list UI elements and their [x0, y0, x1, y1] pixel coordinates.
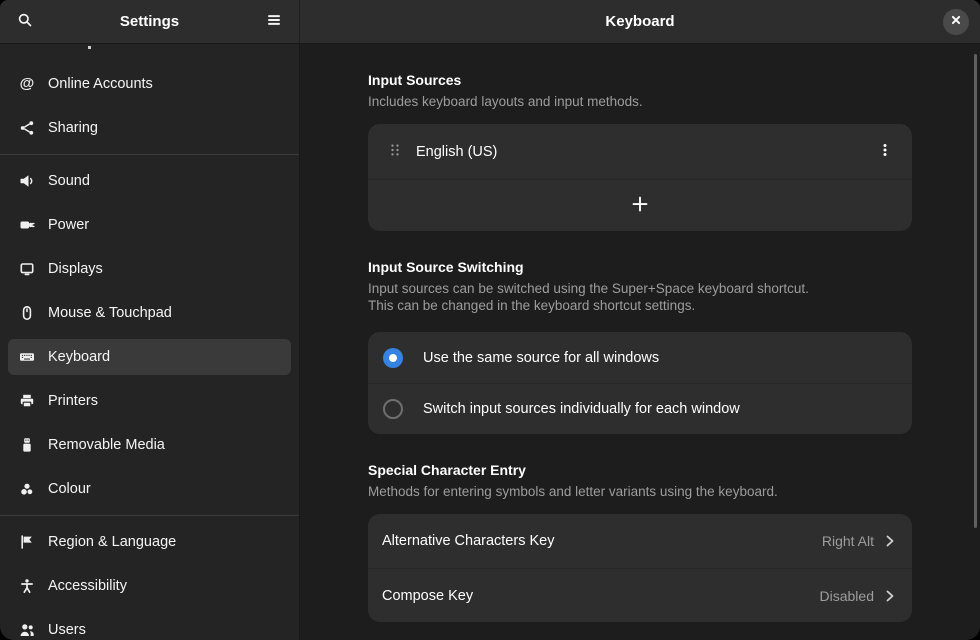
scrolled-item-remnant — [88, 46, 91, 49]
search-button[interactable] — [9, 6, 41, 38]
sidebar-item-sharing[interactable]: Sharing — [8, 110, 291, 146]
sidebar-item-removable-media[interactable]: Removable Media — [8, 427, 291, 463]
sidebar-item-label: Power — [48, 217, 89, 233]
drag-handle-icon — [387, 142, 403, 161]
switching-options-list: Use the same source for all windows Swit… — [368, 332, 912, 434]
option-label: Use the same source for all windows — [423, 350, 659, 366]
sidebar-item-displays[interactable]: Displays — [8, 251, 291, 287]
sidebar-item-label: Printers — [48, 393, 98, 409]
mouse-icon — [19, 305, 35, 321]
sidebar-item-label: Colour — [48, 481, 91, 497]
printer-icon — [19, 393, 35, 409]
setting-label: Compose Key — [382, 588, 820, 604]
search-icon — [17, 12, 33, 31]
sidebar-item-printers[interactable]: Printers — [8, 383, 291, 419]
window-close-button[interactable] — [943, 9, 969, 35]
add-input-source-button[interactable] — [368, 179, 912, 231]
sidebar-item-power[interactable]: Power — [8, 207, 291, 243]
section-subtitle: Includes keyboard layouts and input meth… — [368, 93, 912, 110]
keyboard-settings-page: Input Sources Includes keyboard layouts … — [300, 44, 980, 640]
keyboard-icon — [19, 349, 35, 365]
description-line: This can be changed in the keyboard shor… — [368, 297, 912, 314]
kebab-menu-icon — [877, 142, 893, 161]
sidebar-item-sound[interactable]: Sound — [8, 163, 291, 199]
sidebar-item-colour[interactable]: Colour — [8, 471, 291, 507]
hamburger-menu-icon — [266, 12, 282, 31]
section-subtitle: Methods for entering symbols and letter … — [368, 483, 912, 500]
usb-drive-icon — [19, 437, 35, 453]
input-sources-section: Input Sources Includes keyboard layouts … — [368, 72, 912, 231]
sidebar-item-label: Keyboard — [48, 349, 110, 365]
sidebar-item-label: Online Accounts — [48, 76, 153, 92]
sidebar-title: Settings — [41, 13, 258, 30]
titlebar: Settings Keyboard — [0, 0, 980, 44]
sidebar-item-region-language[interactable]: Region & Language — [8, 524, 291, 560]
battery-icon — [19, 217, 35, 233]
setting-label: Alternative Characters Key — [382, 533, 822, 549]
sidebar-item-keyboard[interactable]: Keyboard — [8, 339, 291, 375]
settings-window: Settings Keyboard @ Online Accounts — [0, 0, 980, 640]
radio-unselected[interactable] — [383, 399, 403, 419]
content-headerbar: Keyboard — [300, 0, 980, 44]
accessibility-icon — [19, 578, 35, 594]
at-icon: @ — [19, 76, 35, 92]
sidebar-item-online-accounts[interactable]: @ Online Accounts — [8, 66, 291, 102]
content-scrollbar[interactable] — [974, 54, 977, 528]
setting-value: Disabled — [820, 588, 874, 604]
input-source-row: English (US) — [368, 124, 912, 179]
radio-selected[interactable] — [383, 348, 403, 368]
sidebar-item-label: Sound — [48, 173, 90, 189]
sidebar-item-label: Removable Media — [48, 437, 165, 453]
description-line: Input sources can be switched using the … — [368, 280, 912, 297]
option-per-window-row[interactable]: Switch input sources individually for ea… — [368, 383, 912, 434]
chevron-right-icon — [882, 588, 898, 604]
option-label: Switch input sources individually for ea… — [423, 401, 740, 417]
sidebar-item-label: Accessibility — [48, 578, 127, 594]
sidebar-item-users[interactable]: Users — [8, 612, 291, 640]
sidebar-item-label: Users — [48, 622, 86, 638]
alternative-characters-key-row[interactable]: Alternative Characters Key Right Alt — [368, 514, 912, 568]
sidebar-item-accessibility[interactable]: Accessibility — [8, 568, 291, 604]
section-title: Special Character Entry — [368, 462, 912, 479]
sidebar-headerbar: Settings — [0, 0, 300, 44]
share-icon — [19, 120, 35, 136]
plus-icon — [630, 194, 650, 217]
sidebar-separator — [0, 515, 299, 516]
color-icon — [19, 481, 35, 497]
close-icon — [948, 12, 964, 31]
chevron-right-icon — [882, 533, 898, 549]
main-menu-button[interactable] — [258, 6, 290, 38]
display-icon — [19, 261, 35, 277]
speaker-icon — [19, 173, 35, 189]
compose-key-row[interactable]: Compose Key Disabled — [368, 568, 912, 622]
sidebar-item-label: Mouse & Touchpad — [48, 305, 172, 321]
drag-handle[interactable] — [380, 137, 410, 167]
section-title: Input Source Switching — [368, 259, 912, 276]
window-body: @ Online Accounts Sharing Sound — [0, 44, 980, 640]
sidebar-item-mouse-touchpad[interactable]: Mouse & Touchpad — [8, 295, 291, 331]
sidebar-item-label: Sharing — [48, 120, 98, 136]
section-title: Input Sources — [368, 72, 912, 89]
special-character-entry-section: Special Character Entry Methods for ente… — [368, 462, 912, 622]
sidebar-item-label: Region & Language — [48, 534, 176, 550]
sidebar-separator — [0, 154, 299, 155]
users-icon — [19, 622, 35, 638]
input-sources-list: English (US) — [368, 124, 912, 231]
input-source-switching-section: Input Source Switching Input sources can… — [368, 259, 912, 434]
input-source-menu-button[interactable] — [870, 137, 900, 167]
flag-icon — [19, 534, 35, 550]
sidebar: @ Online Accounts Sharing Sound — [0, 44, 300, 640]
setting-value: Right Alt — [822, 533, 874, 549]
option-same-source-row[interactable]: Use the same source for all windows — [368, 332, 912, 383]
section-description: Input sources can be switched using the … — [368, 280, 912, 314]
sidebar-item-label: Displays — [48, 261, 103, 277]
page-title: Keyboard — [605, 13, 674, 30]
special-character-list: Alternative Characters Key Right Alt Com… — [368, 514, 912, 622]
input-source-label: English (US) — [416, 144, 870, 160]
